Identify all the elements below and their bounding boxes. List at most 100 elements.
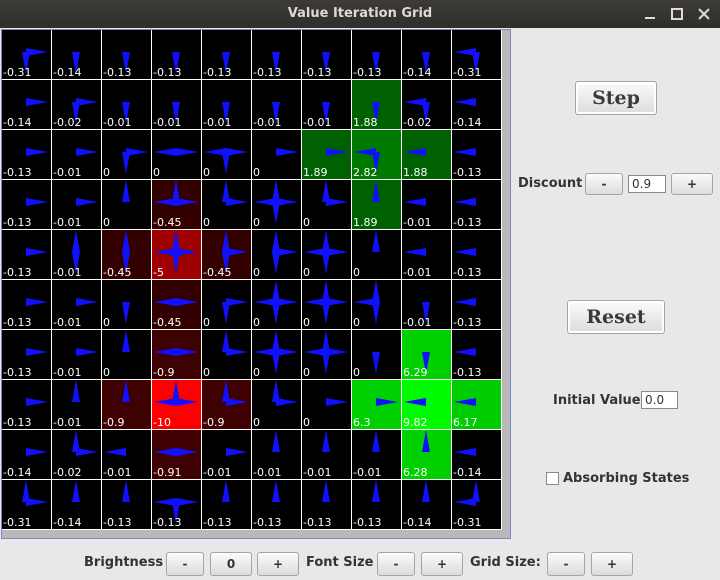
- grid-cell[interactable]: 0: [252, 280, 302, 330]
- font-size-decrease-button[interactable]: -: [377, 552, 415, 576]
- grid-cell[interactable]: 0: [252, 230, 302, 280]
- grid-cell[interactable]: 6.28: [402, 430, 452, 480]
- grid-size-decrease-button[interactable]: -: [547, 552, 585, 576]
- close-icon[interactable]: [694, 4, 714, 24]
- grid-size-increase-button[interactable]: +: [591, 552, 633, 576]
- grid-cell[interactable]: -0.01: [102, 430, 152, 480]
- value-grid[interactable]: -0.31 -0.14 -0.13 -0.13 -0.13 -0.13 -0.13 -0.13…: [2, 30, 502, 530]
- grid-cell[interactable]: 1.88: [352, 80, 402, 130]
- grid-cell[interactable]: -0.13: [2, 380, 52, 430]
- grid-cell[interactable]: -10: [152, 380, 202, 430]
- grid-cell[interactable]: -0.01: [302, 80, 352, 130]
- grid-cell[interactable]: 0: [102, 130, 152, 180]
- grid-cell[interactable]: -0.13: [352, 480, 402, 530]
- grid-cell[interactable]: -0.02: [52, 80, 102, 130]
- grid-cell[interactable]: -0.14: [52, 480, 102, 530]
- grid-cell[interactable]: 0: [202, 280, 252, 330]
- grid-cell[interactable]: -0.01: [252, 80, 302, 130]
- grid-cell[interactable]: -0.45: [152, 280, 202, 330]
- grid-cell[interactable]: -0.13: [102, 30, 152, 80]
- grid-cell[interactable]: 0: [352, 330, 402, 380]
- grid-cell[interactable]: -0.13: [152, 30, 202, 80]
- grid-cell[interactable]: -0.13: [452, 130, 502, 180]
- grid-cell[interactable]: 0: [302, 380, 352, 430]
- grid-cell[interactable]: 2.82: [352, 130, 402, 180]
- grid-cell[interactable]: -0.01: [402, 180, 452, 230]
- maximize-icon[interactable]: [667, 4, 687, 24]
- grid-cell[interactable]: 0: [202, 330, 252, 380]
- grid-cell[interactable]: -0.02: [52, 430, 102, 480]
- step-button[interactable]: Step: [575, 81, 657, 115]
- grid-cell[interactable]: -0.01: [352, 430, 402, 480]
- grid-cell[interactable]: -0.14: [2, 80, 52, 130]
- grid-cell[interactable]: -0.13: [2, 330, 52, 380]
- discount-decrease-button[interactable]: -: [585, 173, 623, 195]
- grid-cell[interactable]: -0.13: [302, 480, 352, 530]
- grid-cell[interactable]: -0.45: [102, 230, 152, 280]
- grid-cell[interactable]: -0.9: [202, 380, 252, 430]
- minimize-icon[interactable]: [640, 4, 660, 24]
- grid-cell[interactable]: -0.13: [452, 230, 502, 280]
- grid-cell[interactable]: -0.01: [252, 430, 302, 480]
- grid-cell[interactable]: -0.01: [52, 330, 102, 380]
- grid-cell[interactable]: 6.29: [402, 330, 452, 380]
- grid-cell[interactable]: -0.13: [202, 480, 252, 530]
- grid-cell[interactable]: -0.02: [402, 80, 452, 130]
- grid-cell[interactable]: -0.01: [52, 180, 102, 230]
- grid-cell[interactable]: -0.31: [452, 480, 502, 530]
- grid-cell[interactable]: -0.13: [452, 330, 502, 380]
- grid-cell[interactable]: -0.01: [302, 430, 352, 480]
- grid-cell[interactable]: -0.13: [2, 280, 52, 330]
- grid-cell[interactable]: -0.13: [252, 30, 302, 80]
- grid-cell[interactable]: 0: [202, 180, 252, 230]
- initial-value-field[interactable]: 0.0: [641, 391, 678, 409]
- grid-cell[interactable]: -0.31: [2, 30, 52, 80]
- grid-cell[interactable]: -0.14: [402, 30, 452, 80]
- discount-field[interactable]: 0.9: [628, 175, 666, 193]
- grid-cell[interactable]: 0: [102, 280, 152, 330]
- grid-cell[interactable]: -0.01: [402, 230, 452, 280]
- grid-cell[interactable]: 0: [302, 330, 352, 380]
- absorbing-states-checkbox[interactable]: [546, 472, 559, 485]
- grid-cell[interactable]: -0.01: [202, 430, 252, 480]
- grid-cell[interactable]: -0.91: [152, 430, 202, 480]
- brightness-decrease-button[interactable]: -: [166, 552, 204, 576]
- font-size-increase-button[interactable]: +: [421, 552, 463, 576]
- grid-cell[interactable]: -0.14: [452, 430, 502, 480]
- grid-cell[interactable]: -0.9: [152, 330, 202, 380]
- grid-cell[interactable]: -0.01: [102, 80, 152, 130]
- grid-cell[interactable]: 0: [102, 330, 152, 380]
- grid-cell[interactable]: -5: [152, 230, 202, 280]
- grid-cell[interactable]: -0.13: [202, 30, 252, 80]
- grid-cell[interactable]: 9.82: [402, 380, 452, 430]
- grid-cell[interactable]: -0.13: [2, 230, 52, 280]
- grid-cell[interactable]: -0.01: [52, 230, 102, 280]
- grid-cell[interactable]: 0: [252, 180, 302, 230]
- grid-cell[interactable]: -0.01: [52, 280, 102, 330]
- grid-cell[interactable]: 0: [352, 230, 402, 280]
- grid-cell[interactable]: -0.14: [52, 30, 102, 80]
- grid-cell[interactable]: -0.01: [202, 80, 252, 130]
- grid-cell[interactable]: -0.31: [452, 30, 502, 80]
- grid-cell[interactable]: -0.14: [452, 80, 502, 130]
- grid-cell[interactable]: 1.88: [402, 130, 452, 180]
- grid-cell[interactable]: 0: [302, 180, 352, 230]
- grid-cell[interactable]: 0: [252, 330, 302, 380]
- grid-cell[interactable]: -0.01: [52, 380, 102, 430]
- grid-cell[interactable]: 0: [252, 380, 302, 430]
- grid-cell[interactable]: 0: [302, 230, 352, 280]
- grid-cell[interactable]: 0: [152, 130, 202, 180]
- grid-cell[interactable]: 0: [202, 130, 252, 180]
- grid-cell[interactable]: -0.13: [252, 480, 302, 530]
- grid-cell[interactable]: 0: [102, 180, 152, 230]
- grid-cell[interactable]: 6.3: [352, 380, 402, 430]
- grid-cell[interactable]: -0.13: [2, 180, 52, 230]
- grid-cell[interactable]: -0.13: [452, 280, 502, 330]
- grid-cell[interactable]: -0.13: [302, 30, 352, 80]
- grid-cell[interactable]: -0.01: [52, 130, 102, 180]
- grid-cell[interactable]: -0.14: [402, 480, 452, 530]
- grid-cell[interactable]: -0.13: [452, 180, 502, 230]
- brightness-increase-button[interactable]: +: [257, 552, 299, 576]
- grid-cell[interactable]: -0.01: [152, 80, 202, 130]
- grid-cell[interactable]: -0.45: [152, 180, 202, 230]
